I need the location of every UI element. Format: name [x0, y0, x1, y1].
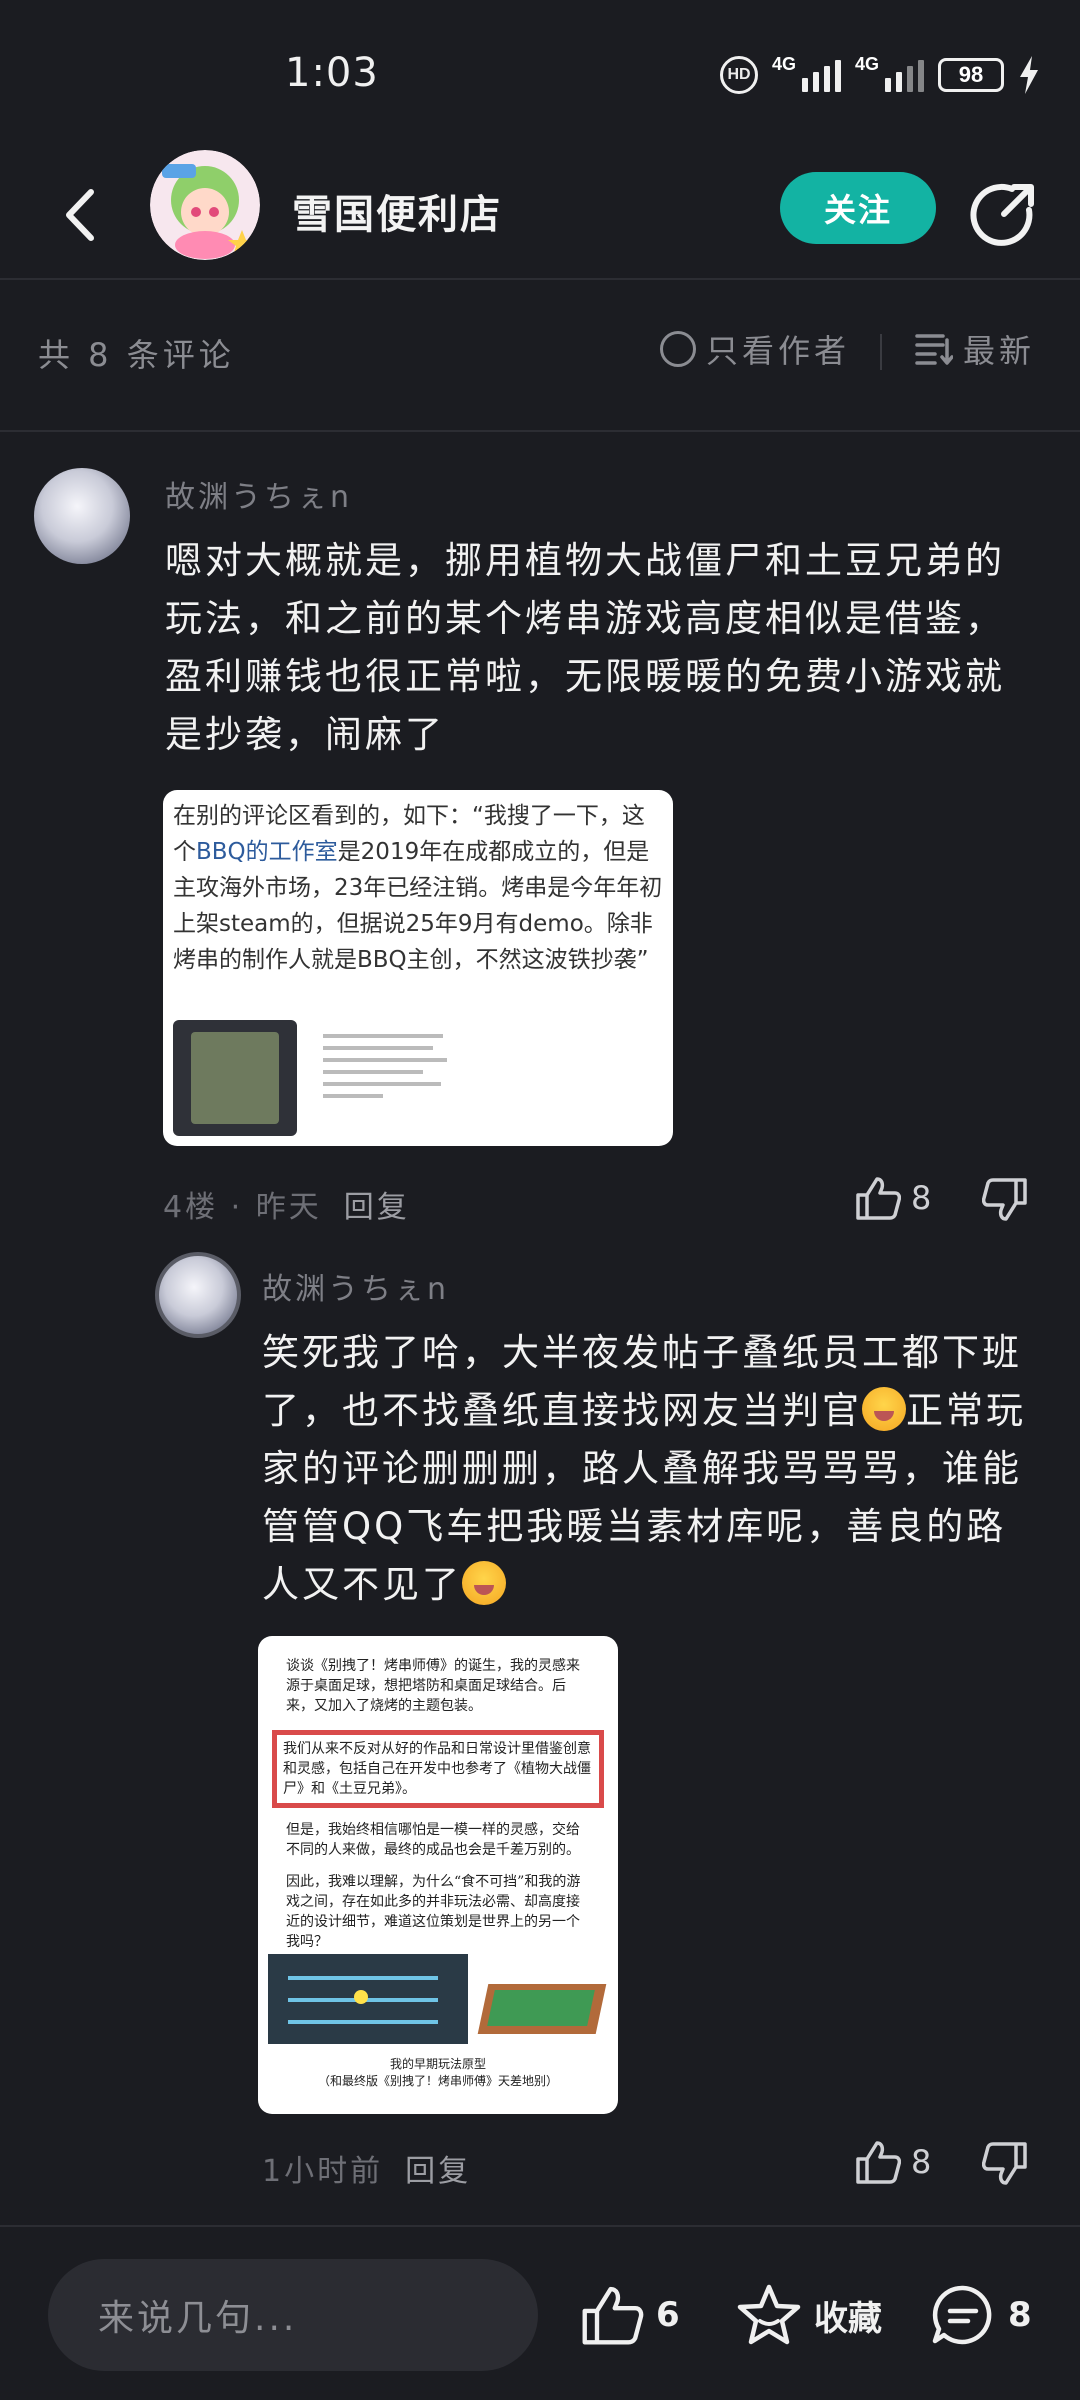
like-count: 8	[911, 2143, 932, 2181]
follow-button[interactable]: 关注	[780, 172, 936, 244]
thumbs-up-icon	[856, 1177, 901, 1220]
sort-icon	[915, 334, 953, 365]
highlight-box: 我们从来不反对从好的作品和日常设计里借鉴创意和灵感，包括自己在开发中也参考了《植…	[272, 1730, 604, 1808]
comment-meta: 4楼 · 昨天 回复	[163, 1190, 410, 1225]
signal-icon: 4G	[772, 54, 841, 92]
shop-avatar[interactable]	[150, 150, 260, 260]
divider	[880, 334, 882, 370]
star-icon	[737, 2284, 801, 2345]
signal-icon-2: 4G	[855, 54, 924, 92]
text-thumb	[323, 1026, 453, 1106]
thumbs-down-icon	[981, 1178, 1027, 1221]
favorite-label: 收藏	[814, 2298, 882, 2339]
comment-filter-bar: 共 8 条评论 只看作者 最新	[0, 282, 1080, 432]
comment-username[interactable]: 故渊うちぇn	[165, 472, 352, 516]
comment-image[interactable]: 谈谈《别拽了！烤串师傅》的诞生，我的灵感来源于桌面足球，想把塔防和桌面足球结合。…	[258, 1636, 618, 2114]
post-like-button[interactable]: 6	[580, 2285, 680, 2345]
author-only-label: 只看作者	[706, 332, 851, 370]
charging-icon	[1020, 56, 1038, 94]
sort-button[interactable]: 最新	[915, 326, 1035, 372]
emoji-icon	[862, 1387, 906, 1431]
thumbs-up-icon	[856, 2141, 901, 2184]
comment-username[interactable]: 故渊うちぇn	[262, 1264, 449, 1308]
avatar[interactable]	[34, 468, 130, 564]
studio-link[interactable]: BBQ的工作室	[196, 839, 338, 865]
status-icons: HD 4G 4G 98	[720, 54, 1040, 94]
comment-image[interactable]: 在别的评论区看到的，如下：“我搜了一下，这个BBQ的工作室是2019年在成都成立…	[163, 790, 673, 1146]
like-button[interactable]: 8	[855, 2140, 931, 2184]
comments-count: 8	[1008, 2295, 1032, 2335]
comment-bubble-icon	[932, 2285, 992, 2345]
thumbs-down-icon	[981, 2142, 1027, 2185]
favorite-button[interactable]: 收藏	[736, 2283, 882, 2347]
sort-label: 最新	[963, 332, 1036, 370]
like-button[interactable]: 8	[855, 1176, 931, 1220]
battery-indicator: 98	[938, 58, 1004, 92]
post-like-count: 6	[656, 2295, 680, 2335]
game-screenshot-thumb	[173, 1020, 297, 1136]
radio-icon	[660, 331, 696, 367]
foosball-table-image	[473, 1966, 608, 2042]
top-nav: 雪国便利店 关注	[0, 150, 1080, 280]
share-icon	[970, 184, 1034, 246]
hd-icon: HD	[720, 56, 758, 94]
share-button[interactable]	[968, 180, 1038, 250]
reply-button[interactable]: 回复	[344, 1190, 410, 1225]
dislike-button[interactable]	[981, 1178, 1028, 1226]
prototype-screenshot	[268, 1954, 468, 2044]
comments-button[interactable]: 8	[930, 2283, 1032, 2347]
comment-count: 共 8 条评论	[38, 336, 235, 374]
comment-text: 嗯对大概就是，挪用植物大战僵尸和土豆兄弟的玩法，和之前的某个烤串游戏高度相似是借…	[165, 539, 1005, 756]
dislike-button[interactable]	[981, 2142, 1028, 2190]
thumbs-up-icon	[582, 2286, 644, 2345]
status-bar: 1:03 HD 4G 4G 98	[0, 0, 1080, 160]
comment-input[interactable]: 来说几句...	[48, 2259, 538, 2371]
chevron-left-icon	[66, 189, 94, 241]
image-caption: 我的早期玩法原型 （和最终版《别拽了！烤串师傅》天差地别）	[317, 2057, 558, 2088]
comment-text: 笑死我了哈，大半夜发帖子叠纸员工都下班了，也不找叠纸直接找网友当判官 正常玩家的评…	[262, 1331, 1026, 1606]
page-title: 雪国便利店	[292, 192, 502, 238]
status-time: 1:03	[285, 50, 379, 96]
bottom-action-bar: 来说几句... 6 收藏 8	[0, 2225, 1080, 2400]
author-only-toggle[interactable]: 只看作者	[660, 326, 850, 372]
back-button[interactable]	[55, 180, 105, 250]
reply-button[interactable]: 回复	[405, 2154, 471, 2189]
comment-meta: 1小时前 回复	[262, 2154, 472, 2189]
avatar[interactable]	[155, 1252, 241, 1338]
like-count: 8	[911, 1179, 932, 1217]
emoji-icon	[462, 1561, 506, 1605]
